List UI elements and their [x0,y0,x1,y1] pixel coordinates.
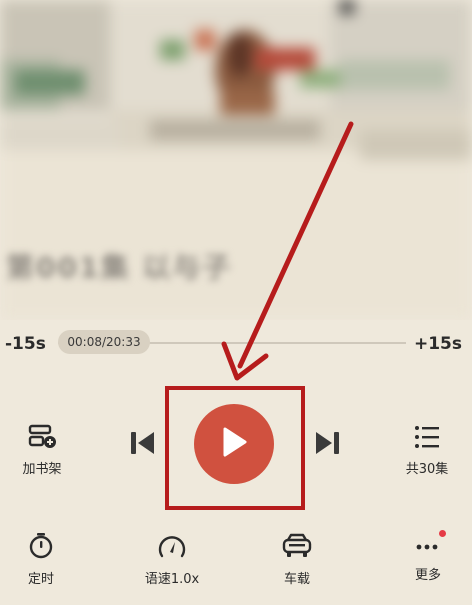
audio-player-screen: 第001集 以与子 -15s 00:08/20:33 +15s 加书架 共30集… [0,0,472,605]
annotation-highlight-box [165,386,305,510]
annotation-arrow [221,121,354,381]
